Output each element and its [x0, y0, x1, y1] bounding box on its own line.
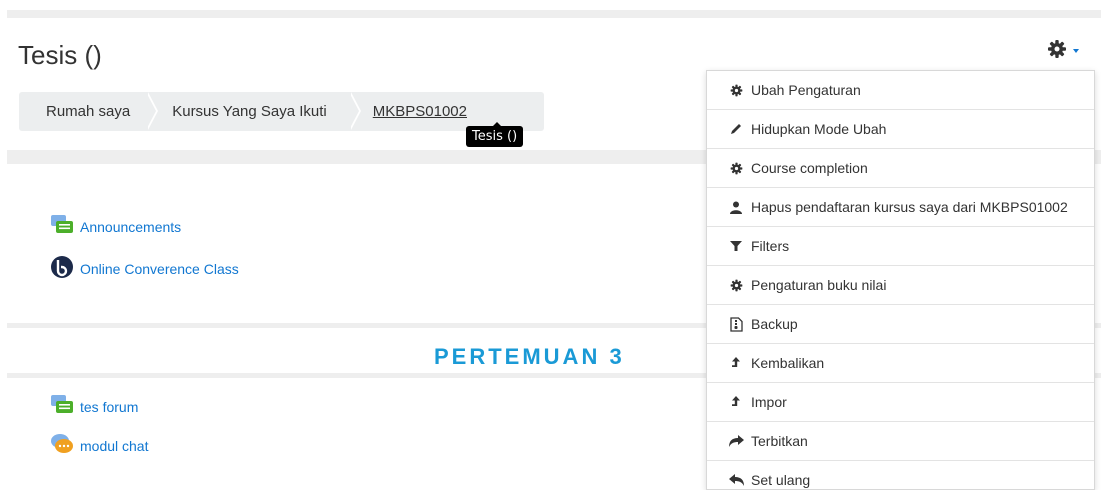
chat-icon [50, 432, 74, 459]
menu-item-hapus-pendaftaran[interactable]: Hapus pendaftaran kursus saya dari MKBPS… [707, 188, 1094, 227]
activity-tes-forum[interactable]: tes forum [50, 394, 138, 419]
menu-item-label: Terbitkan [751, 433, 808, 449]
activity-label[interactable]: Online Converence Class [80, 261, 239, 277]
breadcrumb-home[interactable]: Rumah saya [19, 92, 150, 131]
menu-item-label: Pengaturan buku nilai [751, 277, 887, 293]
menu-item-label: Hapus pendaftaran kursus saya dari MKBPS… [751, 199, 1068, 215]
top-strip [7, 10, 1101, 18]
menu-item-impor[interactable]: Impor [707, 383, 1094, 422]
activity-announcements[interactable]: Announcements [50, 214, 181, 239]
upload-icon [728, 355, 744, 371]
menu-item-pengaturan-buku-nilai[interactable]: Pengaturan buku nilai [707, 266, 1094, 305]
course-actions-dropdown: Ubah Pengaturan Hidupkan Mode Ubah Cours… [706, 70, 1095, 490]
user-icon [728, 199, 744, 215]
menu-item-label: Course completion [751, 160, 868, 176]
reset-icon [728, 472, 744, 488]
menu-item-kembalikan[interactable]: Kembalikan [707, 344, 1094, 383]
breadcrumb-course[interactable]: MKBPS01002 [353, 92, 481, 131]
gear-icon [728, 160, 744, 176]
bigbluebutton-icon [50, 255, 74, 282]
activity-label[interactable]: tes forum [80, 399, 138, 415]
filter-icon [728, 238, 744, 254]
file-archive-icon [728, 316, 744, 332]
menu-item-ubah-pengaturan[interactable]: Ubah Pengaturan [707, 71, 1094, 110]
activity-label[interactable]: modul chat [80, 438, 148, 454]
gear-icon [1047, 39, 1067, 64]
activity-label[interactable]: Announcements [80, 219, 181, 235]
course-actions-menu-button[interactable] [1047, 38, 1095, 64]
section-title: PERTEMUAN 3 [434, 344, 625, 369]
breadcrumb-tooltip: Tesis () [466, 122, 524, 147]
menu-item-label: Kembalikan [751, 355, 825, 371]
menu-item-set-ulang[interactable]: Set ulang [707, 461, 1094, 489]
upload-icon [728, 394, 744, 410]
menu-item-label: Hidupkan Mode Ubah [751, 121, 887, 137]
activity-modul-chat[interactable]: modul chat [50, 432, 148, 459]
activity-online-class[interactable]: Online Converence Class [50, 255, 239, 282]
menu-item-course-completion[interactable]: Course completion [707, 149, 1094, 188]
menu-item-label: Impor [751, 394, 787, 410]
breadcrumb-my-courses[interactable]: Kursus Yang Saya Ikuti [150, 92, 353, 131]
menu-item-backup[interactable]: Backup [707, 305, 1094, 344]
forum-icon [50, 214, 74, 239]
pencil-icon [728, 121, 744, 137]
menu-item-label: Ubah Pengaturan [751, 82, 861, 98]
menu-item-label: Filters [751, 238, 790, 254]
gear-icon [728, 82, 744, 98]
chevron-down-icon [1073, 49, 1079, 53]
menu-item-terbitkan[interactable]: Terbitkan [707, 422, 1094, 461]
share-icon [728, 433, 744, 449]
menu-item-label: Backup [751, 316, 798, 332]
menu-item-mode-ubah[interactable]: Hidupkan Mode Ubah [707, 110, 1094, 149]
page-title: Tesis () [18, 40, 102, 70]
menu-item-filters[interactable]: Filters [707, 227, 1094, 266]
gear-icon [728, 277, 744, 293]
breadcrumb: Rumah saya Kursus Yang Saya Ikuti MKBPS0… [19, 92, 544, 131]
forum-icon [50, 394, 74, 419]
menu-item-label: Set ulang [751, 472, 811, 488]
